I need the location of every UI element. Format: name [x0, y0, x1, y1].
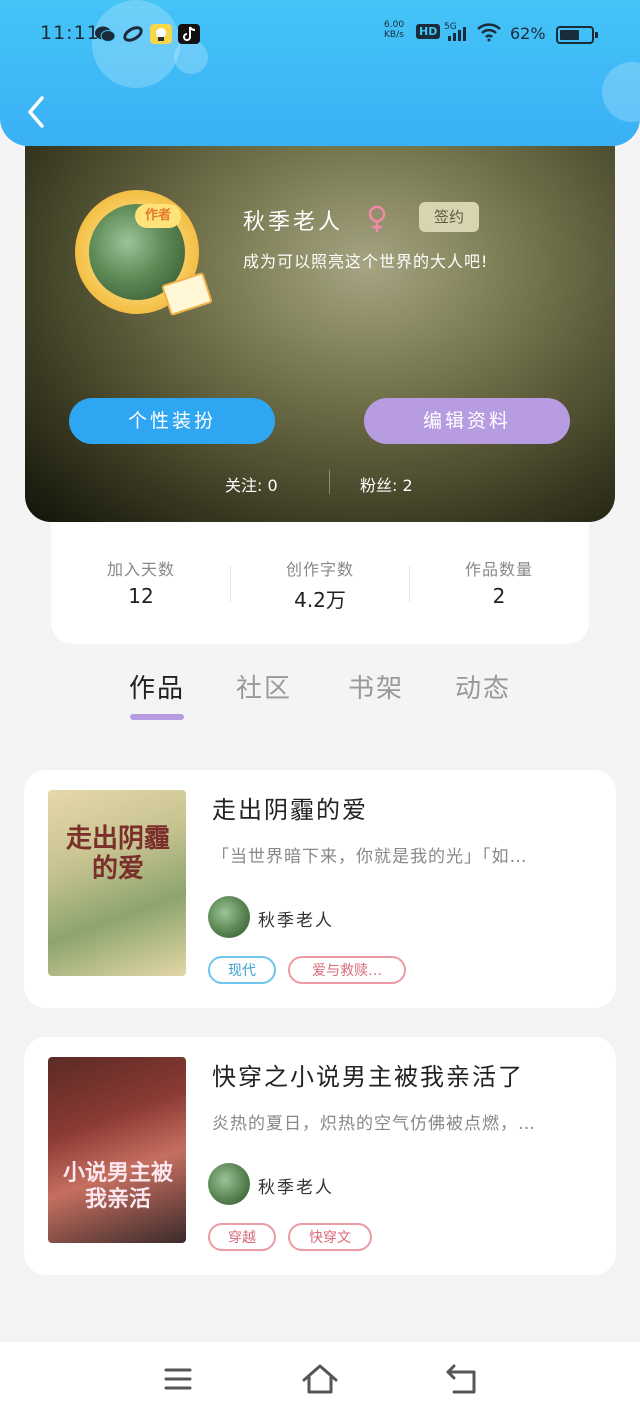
notification-app-icon: [150, 24, 172, 44]
battery-icon: [556, 26, 598, 44]
battery-tip: [595, 32, 598, 38]
wifi-icon: [476, 22, 502, 45]
book-cover: 走出阴霾的爱: [48, 790, 186, 976]
tab-bookshelf[interactable]: 书架: [336, 668, 416, 705]
menu-icon: [164, 1368, 192, 1390]
tab-bar: 作品 社区 书架 动态: [0, 660, 640, 730]
author-badge: 作者: [135, 204, 181, 228]
author-avatar: [208, 896, 250, 938]
book-cover: 小说男主被我亲活: [48, 1057, 186, 1243]
stat-label: 作品数量: [464, 560, 533, 579]
back-button[interactable]: [22, 92, 52, 132]
chevron-left-icon: [28, 96, 44, 128]
style-button[interactable]: 个性装扮: [69, 398, 275, 444]
female-icon: [367, 204, 387, 234]
book-title: 快穿之小说男主被我亲活了: [212, 1063, 524, 1091]
book-tag[interactable]: 爱与救赎…: [288, 956, 406, 984]
edit-profile-button[interactable]: 编辑资料: [364, 398, 570, 444]
menu-button[interactable]: [158, 1360, 198, 1398]
book-tag[interactable]: 现代: [208, 956, 276, 984]
works-list: 走出阴霾的爱 走出阴霾的爱 「当世界暗下来，你就是我的光」「如… 秋季老人 现代…: [0, 746, 640, 1342]
signal-icon: 5G: [444, 20, 472, 47]
book-description: 「当世界暗下来，你就是我的光」「如…: [212, 847, 528, 867]
book-tag[interactable]: 快穿文: [288, 1223, 372, 1251]
tab-indicator: [130, 714, 184, 720]
hd-indicator: HD: [416, 24, 441, 39]
book-card[interactable]: 走出阴霾的爱 走出阴霾的爱 「当世界暗下来，你就是我的光」「如… 秋季老人 现代…: [24, 770, 616, 1008]
net-speed: 6.00 KB/s: [384, 20, 405, 40]
wechat-icon: [94, 24, 116, 44]
tab-community[interactable]: 社区: [224, 668, 304, 705]
stat-word-count: 创作字数 4.2万: [230, 556, 410, 613]
profile-card: 作者 秋季老人 签约 成为可以照亮这个世界的大人吧! 个性装扮 编辑资料 关注:…: [25, 146, 615, 522]
return-icon: [446, 1364, 476, 1394]
book-author: 秋季老人: [258, 1178, 334, 1198]
stats-panel: 加入天数 12 创作字数 4.2万 作品数量 2: [51, 522, 589, 644]
fans-count[interactable]: 粉丝: 2: [360, 472, 413, 496]
tab-works[interactable]: 作品: [117, 668, 197, 705]
decor-bubble: [602, 62, 640, 122]
back-nav-button[interactable]: [442, 1360, 482, 1398]
stat-works-count: 作品数量 2: [409, 556, 589, 608]
stat-label: 加入天数: [106, 560, 175, 579]
stat-value: 2: [492, 584, 506, 608]
book-author: 秋季老人: [258, 911, 334, 931]
book-tag[interactable]: 穿越: [208, 1223, 276, 1251]
stat-join-days: 加入天数 12: [51, 556, 231, 608]
author-avatar: [208, 1163, 250, 1205]
stat-value: 4.2万: [294, 588, 346, 612]
battery-fill: [560, 30, 579, 40]
username: 秋季老人: [243, 210, 344, 235]
home-icon: [302, 1364, 338, 1394]
svg-text:5G: 5G: [444, 22, 457, 32]
app-icon: [122, 24, 144, 44]
battery-percent: 62%: [510, 24, 546, 43]
book-card[interactable]: 小说男主被我亲活 快穿之小说男主被我亲活了 炎热的夏日，炽热的空气仿佛被点燃，……: [24, 1037, 616, 1275]
avatar[interactable]: 作者: [75, 190, 213, 320]
stat-value: 12: [128, 584, 154, 608]
top-header: 11:11 6.00 KB/s HD 5G 62%: [0, 0, 640, 146]
following-count[interactable]: 关注: 0: [225, 472, 278, 496]
book-title: 走出阴霾的爱: [212, 796, 368, 824]
signed-badge: 签约: [419, 202, 479, 232]
home-button[interactable]: [300, 1360, 340, 1398]
tiktok-icon: [178, 24, 200, 44]
divider: [329, 470, 330, 494]
tab-activity[interactable]: 动态: [443, 668, 523, 705]
book-description: 炎热的夏日，炽热的空气仿佛被点燃，…: [212, 1114, 536, 1134]
status-time: 11:11: [40, 22, 100, 44]
status-bar: 11:11 6.00 KB/s HD 5G 62%: [0, 18, 640, 54]
stat-label: 创作字数: [285, 560, 354, 579]
cover-title: 走出阴霾的爱: [65, 824, 170, 884]
system-nav-bar: [0, 1342, 640, 1416]
profile-motto: 成为可以照亮这个世界的大人吧!: [243, 252, 489, 271]
cover-title: 小说男主被我亲活: [62, 1161, 173, 1212]
